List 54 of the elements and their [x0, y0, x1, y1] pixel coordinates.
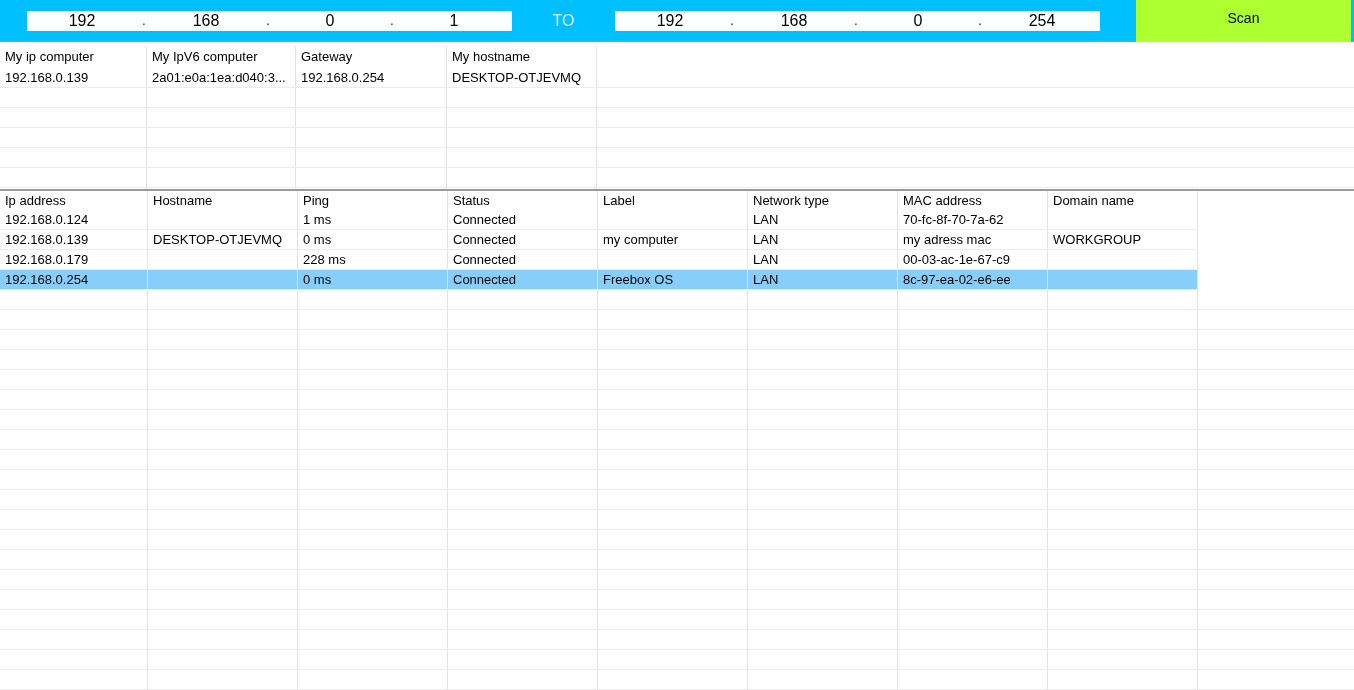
table-cell: LAN	[748, 270, 898, 289]
table-cell: DESKTOP-OTJEVMQ	[447, 68, 597, 87]
scan-button[interactable]: Scan	[1136, 0, 1351, 42]
separator-text: .	[853, 12, 859, 30]
table-cell: my adress mac	[898, 230, 1048, 249]
ip-address-field[interactable]: 192 . 168 . 0 . 254	[615, 10, 1100, 31]
table-cell: LAN	[748, 250, 898, 269]
host-row[interactable]: 192.168.0.179 228 ms Connected LAN 00-03-ac-1e-67-c9	[0, 250, 1198, 270]
table-cell: 70-fc-8f-70-7a-62	[898, 210, 1048, 229]
table-cell: my computer	[598, 230, 748, 249]
octet-field[interactable]: 168	[739, 8, 849, 33]
octet-field[interactable]: 192	[27, 8, 137, 33]
column-header: My ip computer	[0, 46, 147, 68]
octet-field[interactable]: 192	[615, 8, 725, 33]
table-cell: Connected	[448, 210, 598, 229]
octet-field[interactable]: 1	[399, 8, 509, 33]
octet-field[interactable]: 0	[863, 8, 973, 33]
table-cell: 192.168.0.139	[0, 68, 147, 87]
table-cell: 228 ms	[298, 250, 448, 269]
table-cell: DESKTOP-OTJEVMQ	[148, 230, 298, 249]
table-cell: 2a01:e0a:1ea:d040:3...	[147, 68, 296, 87]
table-cell: 8c-97-ea-02-e6-ee	[898, 270, 1048, 289]
table-cell: Connected	[448, 250, 598, 269]
to-label: TO	[551, 10, 576, 31]
octet-field[interactable]: 254	[987, 8, 1097, 33]
table-cell: 0 ms	[298, 270, 448, 289]
table-cell: LAN	[748, 230, 898, 249]
table-cell: 192.168.0.179	[0, 250, 148, 269]
table-cell: 0 ms	[298, 230, 448, 249]
separator-text: .	[729, 12, 735, 30]
column-header: Gateway	[296, 46, 447, 68]
table-cell: 1 ms	[298, 210, 448, 229]
host-row[interactable]: 192.168.0.254 0 ms Connected Freebox OS LAN 8c-97-ea-02-e6-ee	[0, 270, 1198, 290]
table-cell: WORKGROUP	[1048, 230, 1198, 249]
table-cell: Connected	[448, 230, 598, 249]
host-row[interactable]: 192.168.0.139 DESKTOP-OTJEVMQ 0 ms Connected my computer LAN my adress mac WORKGROUP	[0, 230, 1198, 250]
table-cell: Connected	[448, 270, 598, 289]
separator-text: .	[977, 12, 983, 30]
ip-address-field[interactable]: 192 . 168 . 0 . 1	[27, 10, 512, 31]
table-cell: LAN	[748, 210, 898, 229]
separator-text: .	[141, 12, 147, 30]
table-cell: Freebox OS	[598, 270, 748, 289]
table-cell: 192.168.0.139	[0, 230, 148, 249]
table-cell: 192.168.0.254	[296, 68, 447, 87]
table-cell: 192.168.0.124	[0, 210, 148, 229]
octet-field[interactable]: 0	[275, 8, 385, 33]
column-header: My hostname	[447, 46, 597, 68]
table-cell: 00-03-ac-1e-67-c9	[898, 250, 1048, 269]
column-header: My IpV6 computer	[147, 46, 296, 68]
table-cell: 192.168.0.254	[0, 270, 148, 289]
separator-text: .	[389, 12, 395, 30]
separator-text: .	[265, 12, 271, 30]
host-row[interactable]: 192.168.0.124 1 ms Connected LAN 70-fc-8f-70-7a-62	[0, 210, 1198, 230]
octet-field[interactable]: 168	[151, 8, 261, 33]
